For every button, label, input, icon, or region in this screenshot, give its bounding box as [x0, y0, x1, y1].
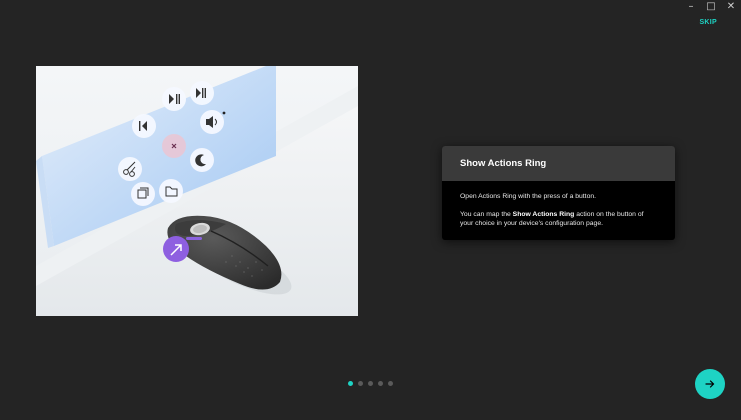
card-line-1: Open Actions Ring with the press of a bu… [460, 193, 597, 200]
snipping-icon [118, 157, 142, 181]
close-button[interactable]: ✕ [721, 0, 741, 14]
card-line-2: You can map the Show Actions Ring action… [460, 210, 657, 229]
copy-icon [131, 182, 155, 206]
next-button[interactable] [695, 369, 725, 399]
minimize-button[interactable]: – [681, 0, 701, 14]
window-controls: – □ ✕ [681, 0, 741, 14]
card-line-2-prefix: You can map the [460, 210, 513, 218]
center-dot [162, 134, 186, 158]
illustration-svg [36, 66, 358, 316]
card-header: Show Actions Ring [442, 146, 675, 181]
card-title: Show Actions Ring [460, 158, 547, 169]
next-track-icon [190, 81, 214, 105]
restore-button[interactable]: □ [701, 0, 721, 14]
page-dot[interactable] [368, 381, 373, 386]
page-dot[interactable] [388, 381, 393, 386]
play-pause-icon [162, 87, 186, 111]
folder-icon [159, 179, 183, 203]
card-body: Open Actions Ring with the press of a bu… [442, 181, 675, 229]
gesture-button-highlight [163, 236, 189, 262]
pagination-dots [348, 381, 393, 386]
page-dot[interactable] [348, 381, 353, 386]
card-line-2-bold: Show Actions Ring [512, 210, 575, 218]
arrow-right-icon [705, 380, 715, 388]
do-not-disturb-icon [190, 148, 214, 172]
actions-ring-illustration [36, 66, 358, 316]
page-dot[interactable] [358, 381, 363, 386]
skip-button[interactable]: SKIP [699, 19, 717, 26]
page-dot[interactable] [378, 381, 383, 386]
info-card: Show Actions Ring Open Actions Ring with… [442, 146, 675, 240]
previous-track-icon [132, 114, 156, 138]
led-indicator [186, 237, 202, 240]
